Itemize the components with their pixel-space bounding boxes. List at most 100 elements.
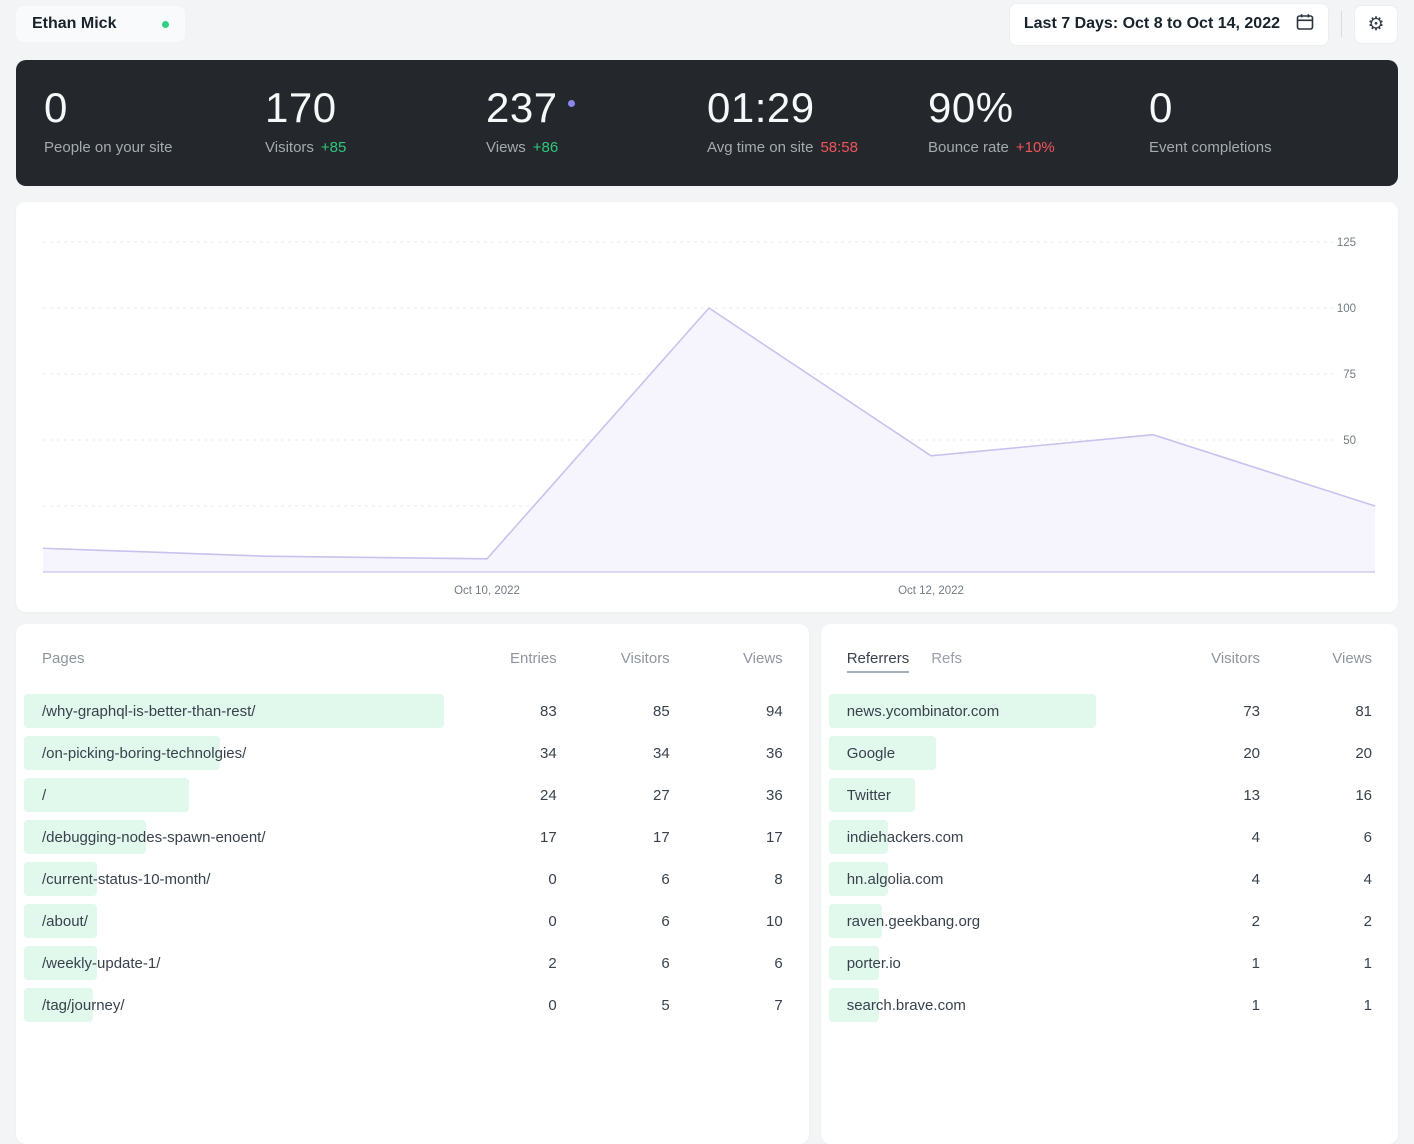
referrer-link[interactable]: hn.algolia.com xyxy=(847,871,944,888)
column-views: Views xyxy=(742,650,783,668)
visitors-value: 20 xyxy=(1243,744,1260,762)
tab-refs[interactable]: Refs xyxy=(931,650,962,667)
table-row[interactable]: /debugging-nodes-spawn-enoent/ 17 17 17 xyxy=(24,816,783,858)
page-link[interactable]: /about/ xyxy=(42,913,88,930)
views-value: 8 xyxy=(774,870,783,888)
referrers-card: Referrers Refs Visitors Views news.ycomb… xyxy=(820,624,1398,1144)
views-value: 4 xyxy=(1363,870,1372,888)
value-bar xyxy=(24,778,190,813)
column-visitors: Visitors xyxy=(1211,650,1260,668)
referrers-header-row: Referrers Refs Visitors Views xyxy=(846,650,1372,680)
tab-referrers[interactable]: Referrers xyxy=(846,650,910,674)
site-live-dot-icon xyxy=(162,20,170,28)
visitors-value: 13 xyxy=(1243,786,1260,804)
page-link[interactable]: /current-status-10-month/ xyxy=(42,871,210,888)
column-views: Views xyxy=(1332,650,1372,668)
stat-label: Event completions xyxy=(1149,139,1272,157)
visitors-value: 5 xyxy=(661,996,670,1014)
page-link[interactable]: /weekly-update-1/ xyxy=(42,955,160,972)
views-value: 81 xyxy=(1355,702,1372,720)
stat-delta: 58:58 xyxy=(820,139,858,157)
referrer-link[interactable]: indiehackers.com xyxy=(847,829,964,846)
table-row[interactable]: /current-status-10-month/ 0 6 8 xyxy=(24,858,783,900)
topbar: Ethan Mick Last 7 Days: Oct 8 to Oct 14,… xyxy=(0,0,1414,48)
table-row[interactable]: /tag/journey/ 0 5 7 xyxy=(24,984,783,1026)
visitors-value: 34 xyxy=(653,744,670,762)
views-value: 16 xyxy=(1355,786,1372,804)
stats-bar: 0 People on your site 170 Visitors +85 23… xyxy=(16,60,1398,187)
entries-value: 34 xyxy=(540,744,557,762)
stat-value: 170 xyxy=(265,84,337,131)
stat-label: Bounce rate xyxy=(928,139,1009,157)
table-row[interactable]: indiehackers.com 4 6 xyxy=(828,816,1372,858)
stat-delta: +86 xyxy=(532,139,559,157)
table-row[interactable]: /weekly-update-1/ 2 6 6 xyxy=(24,942,783,984)
entries-value: 83 xyxy=(540,702,557,720)
views-value: 36 xyxy=(766,744,783,762)
referrer-link[interactable]: search.brave.com xyxy=(847,997,966,1014)
table-row[interactable]: / 24 27 36 xyxy=(24,774,783,816)
entries-value: 24 xyxy=(540,786,557,804)
table-row[interactable]: news.ycombinator.com 73 81 xyxy=(828,690,1372,732)
table-row[interactable]: /about/ 0 6 10 xyxy=(24,900,783,942)
column-entries: Entries xyxy=(510,650,557,668)
page-link[interactable]: /why-graphql-is-better-than-rest/ xyxy=(42,703,255,720)
stat-label: Views xyxy=(486,139,526,157)
site-selector[interactable]: Ethan Mick xyxy=(16,6,186,42)
svg-text:125: 125 xyxy=(1337,237,1356,249)
table-row[interactable]: raven.geekbang.org 2 2 xyxy=(828,900,1372,942)
stat-delta: +10% xyxy=(1015,139,1055,157)
table-row[interactable]: porter.io 1 1 xyxy=(828,942,1372,984)
visitors-value: 6 xyxy=(661,912,670,930)
page-link[interactable]: /debugging-nodes-spawn-enoent/ xyxy=(42,829,266,846)
table-row[interactable]: hn.algolia.com 4 4 xyxy=(828,858,1372,900)
svg-text:Oct 10, 2022: Oct 10, 2022 xyxy=(454,585,520,597)
visitors-value: 73 xyxy=(1243,702,1260,720)
referrer-link[interactable]: news.ycombinator.com xyxy=(847,703,1000,720)
stat-value: 0 xyxy=(44,84,68,131)
traffic-chart-card: 255075100125Oct 10, 2022Oct 12, 2022 xyxy=(16,202,1398,613)
views-value: 20 xyxy=(1355,744,1372,762)
page-link[interactable]: /tag/journey/ xyxy=(42,997,125,1014)
stat-label: Avg time on site xyxy=(707,139,814,157)
pages-title: Pages xyxy=(42,650,85,668)
views-value: 36 xyxy=(766,786,783,804)
referrer-link[interactable]: Twitter xyxy=(847,787,891,804)
views-live-dot-icon xyxy=(567,100,575,107)
entries-value: 2 xyxy=(548,954,557,972)
settings-button[interactable]: ⚙ xyxy=(1354,4,1398,44)
referrer-link[interactable]: raven.geekbang.org xyxy=(847,913,980,930)
stat-avg-time: 01:29 Avg time on site 58:58 xyxy=(707,84,928,156)
date-range-label: Last 7 Days: Oct 8 to Oct 14, 2022 xyxy=(1023,15,1280,32)
calendar-icon xyxy=(1296,13,1314,36)
referrer-link[interactable]: porter.io xyxy=(847,955,901,972)
stat-bounce-rate: 90% Bounce rate +10% xyxy=(928,84,1149,156)
date-range-picker[interactable]: Last 7 Days: Oct 8 to Oct 14, 2022 xyxy=(1008,2,1329,46)
referrers-tabs: Referrers Refs xyxy=(846,650,1148,674)
entries-value: 0 xyxy=(548,870,557,888)
visitors-value: 4 xyxy=(1251,828,1260,846)
table-row[interactable]: /on-picking-boring-technolgies/ 34 34 36 xyxy=(24,732,783,774)
visitors-value: 2 xyxy=(1251,912,1260,930)
pages-card: Pages Entries Visitors Views /why-graphq… xyxy=(16,624,809,1144)
traffic-area-chart: 255075100125Oct 10, 2022Oct 12, 2022 xyxy=(42,237,1376,597)
referrer-link[interactable]: Google xyxy=(847,745,895,762)
topbar-actions: Last 7 Days: Oct 8 to Oct 14, 2022 ⚙ xyxy=(1008,2,1398,46)
page-link[interactable]: /on-picking-boring-technolgies/ xyxy=(42,745,246,762)
site-name: Ethan Mick xyxy=(32,15,117,32)
stat-views: 237 Views +86 xyxy=(486,84,707,156)
table-row[interactable]: search.brave.com 1 1 xyxy=(828,984,1372,1026)
column-visitors: Visitors xyxy=(620,650,670,668)
stat-value: 01:29 xyxy=(707,84,815,131)
table-row[interactable]: Google 20 20 xyxy=(828,732,1372,774)
views-value: 7 xyxy=(774,996,783,1014)
views-value: 17 xyxy=(766,828,783,846)
table-row[interactable]: Twitter 13 16 xyxy=(828,774,1372,816)
stat-label: Visitors xyxy=(265,139,314,157)
svg-text:75: 75 xyxy=(1343,369,1356,381)
page-link[interactable]: / xyxy=(42,787,46,804)
svg-text:Oct 12, 2022: Oct 12, 2022 xyxy=(898,585,964,597)
visitors-value: 1 xyxy=(1251,996,1260,1014)
table-row[interactable]: /why-graphql-is-better-than-rest/ 83 85 … xyxy=(24,690,783,732)
stat-delta: +85 xyxy=(320,139,347,157)
